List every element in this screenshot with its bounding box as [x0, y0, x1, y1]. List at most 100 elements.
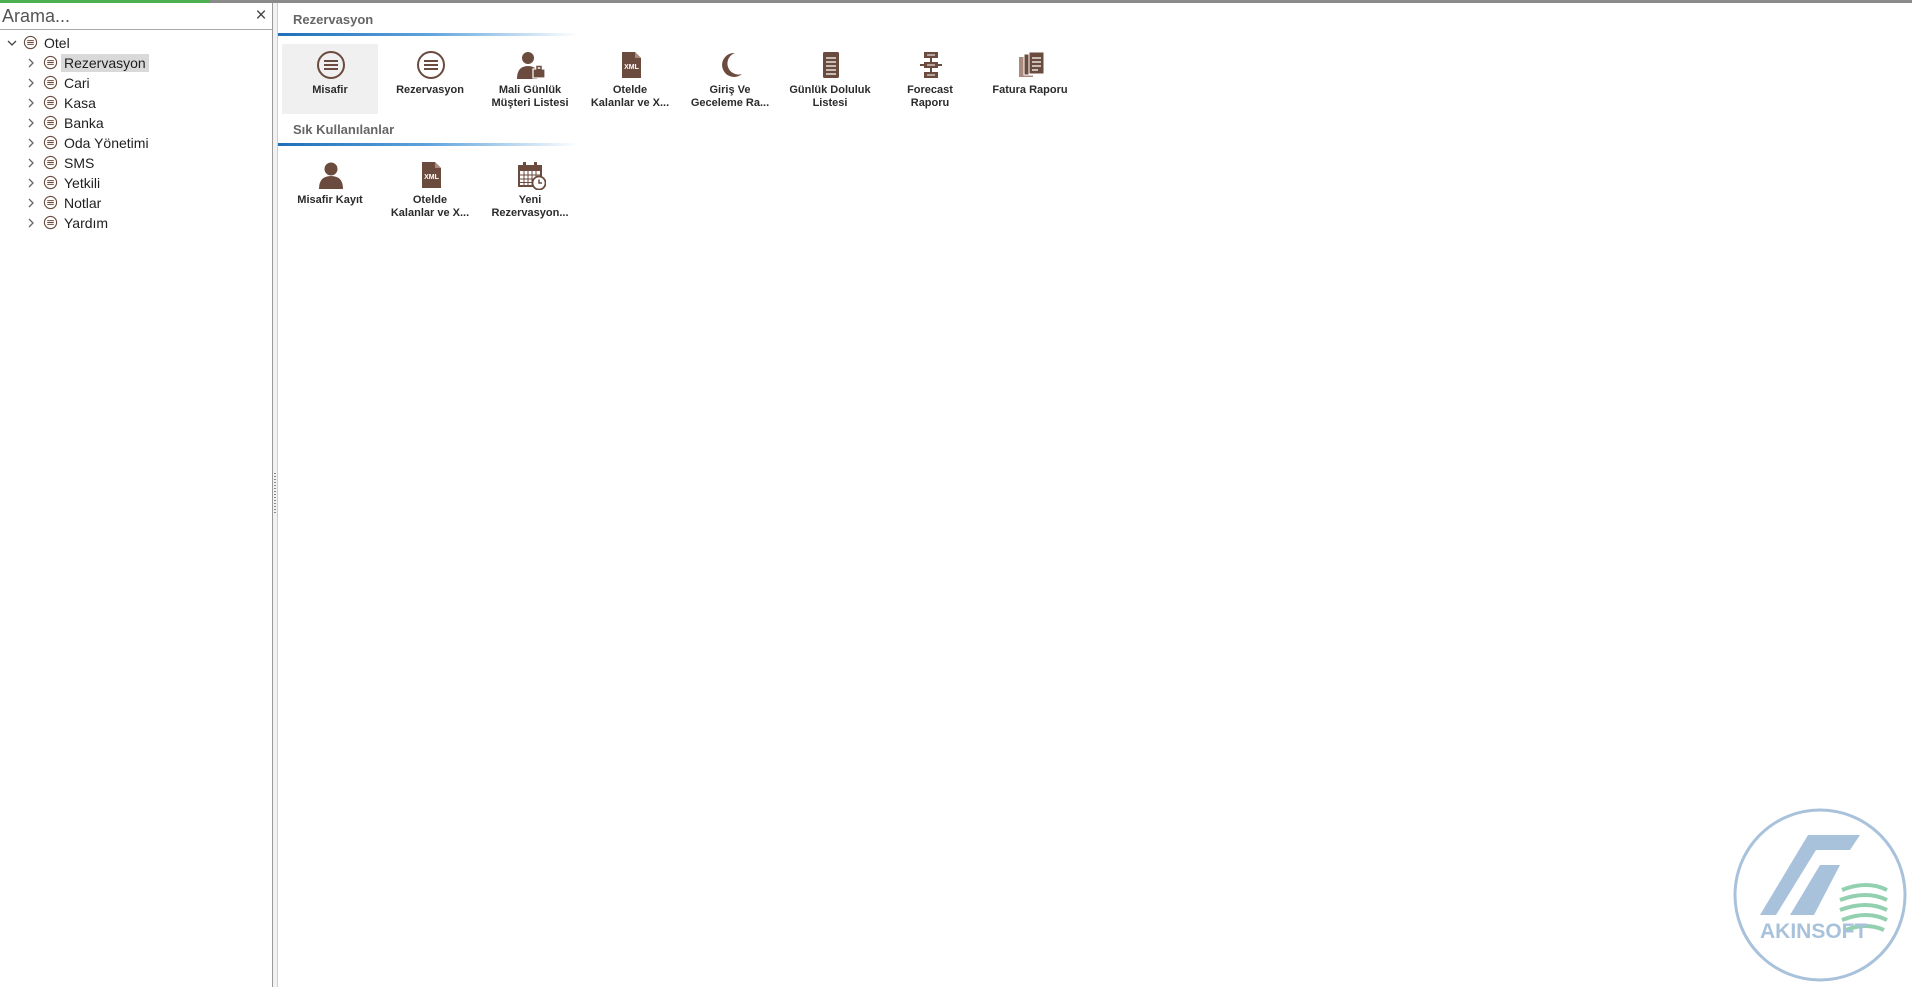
moon-icon	[716, 50, 746, 80]
tile-label-line2: Müşteri Listesi	[491, 97, 569, 109]
tree-item-label: Rezervasyon	[61, 54, 149, 72]
tree-item-rezervasyon[interactable]: Rezervasyon	[0, 53, 272, 73]
main-content: Rezervasyon Misafir Rezervasyon Mali Günlü…	[278, 3, 1912, 989]
tile-otelde-button[interactable]: XML Otelde Kalanlar ve X...	[582, 44, 678, 114]
tree-item-banka[interactable]: Banka	[0, 113, 272, 133]
tile-label-line2: Raporu	[910, 97, 950, 109]
tile-label-line2: Kalanlar ve X...	[390, 207, 470, 219]
tile-rezervasyon-button[interactable]: Rezervasyon	[382, 44, 478, 114]
person-icon	[316, 160, 346, 190]
tile-label-line1: Fatura Raporu	[992, 84, 1068, 96]
close-icon[interactable]: ×	[252, 6, 270, 26]
svg-text:XML: XML	[424, 174, 440, 181]
list-circle-icon	[316, 50, 346, 80]
tile-label: Otelde Kalanlar ve X...	[382, 194, 478, 220]
tile-label: Forecast Raporu	[882, 84, 978, 110]
tile-otelde-button[interactable]: XML Otelde Kalanlar ve X...	[382, 154, 478, 224]
document-lines-icon	[816, 50, 846, 80]
tile-mali-g-nl-k-button[interactable]: Mali Günlük Müşteri Listesi	[482, 44, 578, 114]
tile-label-line2: Rezervasyon...	[491, 207, 569, 219]
tile-yeni-button[interactable]: Yeni Rezervasyon...	[482, 154, 578, 224]
list-circle-icon	[43, 75, 58, 90]
section-title-frequent: Sık Kullanılanlar	[293, 122, 395, 137]
list-circle-icon	[43, 195, 58, 210]
list-circle-icon	[23, 35, 38, 50]
tile-label-line1: Günlük Doluluk	[789, 84, 871, 96]
tile-giri-ve-button[interactable]: Giriş Ve Geceleme Ra...	[682, 44, 778, 114]
tile-label: Günlük Doluluk Listesi	[782, 84, 878, 110]
chevron-right-icon[interactable]	[25, 57, 37, 69]
tile-label-line2: Kalanlar ve X...	[590, 97, 670, 109]
chevron-right-icon[interactable]	[25, 77, 37, 89]
calendar-clock-icon	[516, 160, 546, 190]
list-circle-icon	[43, 155, 58, 170]
tile-label-line1: Forecast	[907, 84, 953, 96]
list-circle-icon	[416, 50, 446, 80]
tree-item-sms[interactable]: SMS	[0, 153, 272, 173]
list-circle-icon	[43, 215, 58, 230]
list-circle-icon	[43, 55, 58, 70]
chevron-right-icon[interactable]	[25, 177, 37, 189]
tile-label-line1: Rezervasyon	[396, 84, 464, 96]
chevron-right-icon[interactable]	[25, 217, 37, 229]
tile-label-line1: Misafir	[312, 84, 348, 96]
section-title-rezervasyon: Rezervasyon	[293, 12, 374, 27]
tree-item-label: Oda Yönetimi	[64, 135, 149, 151]
tile-label: Yeni Rezervasyon...	[482, 194, 578, 220]
list-circle-icon	[43, 95, 58, 110]
tree-item-label: SMS	[64, 155, 95, 171]
tile-label: Rezervasyon	[382, 84, 478, 97]
tree-item-cari[interactable]: Cari	[0, 73, 272, 93]
list-circle-icon	[43, 135, 58, 150]
svg-text:XML: XML	[624, 64, 640, 71]
tile-label-line1: Mali Günlük	[498, 84, 562, 96]
chevron-right-icon[interactable]	[25, 137, 37, 149]
tile-label: Giriş Ve Geceleme Ra...	[682, 84, 778, 110]
tile-fatura-raporu-button[interactable]: Fatura Raporu	[982, 44, 1078, 114]
logo-text: AKINSOFT	[1760, 920, 1868, 943]
tree-item-yard-m[interactable]: Yardım	[0, 213, 272, 233]
tile-label-line1: Misafir Kayıt	[297, 194, 363, 206]
chevron-right-icon[interactable]	[25, 117, 37, 129]
tile-label-line2: Geceleme Ra...	[690, 97, 770, 109]
tile-label-line1: Yeni	[518, 194, 542, 206]
chevron-down-icon[interactable]	[6, 37, 18, 49]
tile-label: Otelde Kalanlar ve X...	[582, 84, 678, 110]
akinsoft-logo: AKINSOFT	[1730, 805, 1910, 985]
section-divider	[278, 143, 578, 146]
tile-label-line1: Otelde	[612, 84, 648, 96]
tile-label-line2: Listesi	[812, 97, 848, 109]
navigation-panel: × Otel Rezervasyon Cari Kasa Banka Oda Yönet…	[0, 3, 273, 987]
list-circle-icon	[43, 175, 58, 190]
tree-root-label: Otel	[44, 35, 70, 51]
chevron-right-icon[interactable]	[25, 97, 37, 109]
tile-label: Mali Günlük Müşteri Listesi	[482, 84, 578, 110]
tile-label: Misafir	[282, 84, 378, 97]
forecast-icon	[916, 50, 946, 80]
tile-g-nl-k-doluluk-button[interactable]: Günlük Doluluk Listesi	[782, 44, 878, 114]
xml-file-icon: XML	[416, 160, 446, 190]
splitter-grip[interactable]	[274, 473, 276, 513]
tile-label-line1: Giriş Ve	[709, 84, 751, 96]
section-divider	[278, 33, 578, 36]
tile-forecast-button[interactable]: Forecast Raporu	[882, 44, 978, 114]
tree-root-otel[interactable]: Otel	[0, 33, 272, 53]
list-circle-icon	[43, 115, 58, 130]
tree-item-label: Notlar	[64, 195, 102, 211]
tree-item-label: Yardım	[64, 215, 109, 231]
tile-misafir-kay-t-button[interactable]: Misafir Kayıt	[282, 154, 378, 224]
tile-misafir-button[interactable]: Misafir	[282, 44, 378, 114]
tree-item-notlar[interactable]: Notlar	[0, 193, 272, 213]
person-briefcase-icon	[516, 50, 546, 80]
tree-item-label: Cari	[64, 75, 90, 91]
tree-item-oda-y-netimi[interactable]: Oda Yönetimi	[0, 133, 272, 153]
navigation-tree: Otel Rezervasyon Cari Kasa Banka Oda Yönetim…	[0, 33, 272, 233]
chevron-right-icon[interactable]	[25, 197, 37, 209]
tree-item-kasa[interactable]: Kasa	[0, 93, 272, 113]
tree-item-label: Banka	[64, 115, 104, 131]
tree-item-label: Yetkili	[64, 175, 101, 191]
tree-item-yetkili[interactable]: Yetkili	[0, 173, 272, 193]
tile-label: Fatura Raporu	[982, 84, 1078, 97]
chevron-right-icon[interactable]	[25, 157, 37, 169]
search-input[interactable]	[2, 5, 242, 27]
